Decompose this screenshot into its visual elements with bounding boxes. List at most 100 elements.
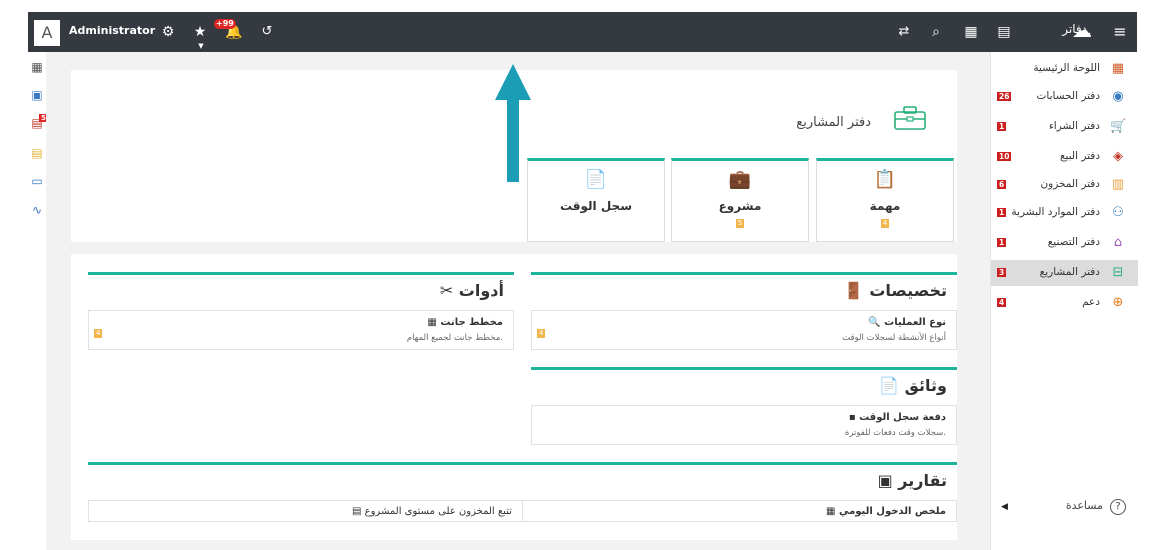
- report-item-stock-tracking[interactable]: ▤ تتبع المخزون على مستوى المشروع: [88, 500, 523, 522]
- card-timesheet[interactable]: 📄 سجل الوقت: [527, 158, 665, 242]
- grid-icon[interactable]: ▦: [30, 60, 44, 74]
- task-icon: 📋: [873, 169, 897, 190]
- sidebar-badge: 6: [997, 180, 1007, 189]
- avatar[interactable]: A: [34, 20, 60, 46]
- allocations-title: 🚪 تخصيصات: [844, 281, 947, 300]
- sidebar-item-hr[interactable]: ⚇ دفتر الموارد البشرية 1: [991, 200, 1138, 226]
- sidebar-badge: 10: [997, 152, 1012, 161]
- sidebar-item-manufacturing[interactable]: ⌂ دفتر التصنيع 1: [991, 230, 1138, 256]
- sidebar-item-label: دفتر المشاريع: [1039, 266, 1100, 278]
- activity-type-link[interactable]: 🔍 نوع العمليات: [868, 317, 946, 328]
- warehouse-icon: ▥: [1111, 177, 1125, 192]
- sidebar-item-buying[interactable]: 🛒 دفتر الشراء 1: [991, 114, 1138, 140]
- people-icon: ⚇: [1112, 205, 1124, 220]
- card-task-label: مهمة: [869, 199, 901, 213]
- gear-icon[interactable]: ⚙: [158, 22, 178, 42]
- sidebar-badge: 4: [997, 298, 1007, 307]
- search-icon[interactable]: ⌕: [926, 22, 946, 42]
- sidebar-item-projects[interactable]: ⊟ دفتر المشاريع 3: [991, 260, 1138, 286]
- stock-tracking-link[interactable]: ▤ تتبع المخزون على مستوى المشروع: [352, 506, 512, 517]
- tools-item[interactable]: ▦ مخطط جانت مخطط جانت لجميع المهام. 4: [88, 310, 514, 350]
- timesheet-batch-link[interactable]: ▪ دفعة سجل الوقت: [849, 412, 946, 423]
- door-icon: 🚪: [843, 281, 864, 300]
- username[interactable]: Administrator: [69, 24, 155, 37]
- sidebar-item-stock[interactable]: ▥ دفتر المخزون 6: [991, 172, 1138, 198]
- note-icon[interactable]: ▤: [30, 146, 44, 160]
- lifebuoy-icon: ⊕: [1112, 295, 1124, 310]
- sync-icon[interactable]: ⇄: [894, 22, 914, 42]
- sidebar-badge: 1: [997, 122, 1007, 131]
- timesheet-batch-desc: سجلات وقت دفعات للفوترة.: [844, 428, 946, 438]
- sidebar-item-label: اللوحة الرئيسية: [1033, 62, 1100, 74]
- section-documents: 📄 وثائق: [531, 367, 957, 405]
- sidebar-item-label: دعم: [1082, 296, 1100, 308]
- briefcase-icon: [894, 106, 926, 130]
- card-timesheet-label: سجل الوقت: [559, 199, 633, 213]
- gantt-chart-badge: 4: [94, 329, 103, 338]
- activity-icon[interactable]: ∿: [30, 203, 44, 217]
- card-project-label: مشروع: [718, 199, 762, 213]
- sidebar-badge: 1: [997, 238, 1007, 247]
- sidebar-badge: 3: [997, 268, 1007, 277]
- gantt-chart-label: مخطط جانت: [440, 317, 503, 328]
- help-link[interactable]: مساعدة ?: [1066, 499, 1126, 515]
- page-title: دفتر المشاريع: [796, 115, 871, 130]
- question-icon: ?: [1110, 499, 1126, 515]
- top-bar: A Administrator ⚙ ★ ▼ 🔔 +99 ↺ ⇄ ⌕ ▦ ▤ دف…: [28, 12, 1137, 52]
- sidebar-item-label: دفتر البيع: [1059, 150, 1100, 162]
- factory-icon: ⌂: [1113, 235, 1123, 250]
- collapse-arrow-icon[interactable]: ◀: [1001, 502, 1008, 512]
- section-allocations: 🚪 تخصيصات: [531, 272, 957, 310]
- stock-tracking-label: تتبع المخزون على مستوى المشروع: [364, 506, 512, 517]
- report-item-daily-summary[interactable]: ▦ ملخص الدخول اليومي: [522, 500, 957, 522]
- sidebar: ▦ اللوحة الرئيسية ◉ دفتر الحسابات 26 🛒 د…: [990, 52, 1138, 550]
- card-project-badge: 5: [735, 219, 745, 228]
- tools-title-text: أدوات: [458, 281, 504, 300]
- sidebar-item-accounts[interactable]: ◉ دفتر الحسابات 26: [991, 84, 1138, 110]
- help-label: مساعدة: [1065, 499, 1103, 512]
- reports-title-text: تقارير: [898, 471, 947, 490]
- timesheet-batch-label: دفعة سجل الوقت: [859, 412, 946, 423]
- sidebar-item-support[interactable]: ⊕ دعم 4: [991, 290, 1138, 316]
- sidebar-item-label: دفتر المخزون: [1040, 178, 1100, 190]
- menu-icon[interactable]: ≡: [1110, 22, 1130, 42]
- sidebar-item-dashboard[interactable]: ▦ اللوحة الرئيسية: [991, 56, 1138, 82]
- document-icon[interactable]: ▤: [994, 22, 1014, 42]
- briefcase-icon: ⊟: [1112, 265, 1124, 280]
- reports-title: ▣ تقارير: [878, 471, 947, 490]
- card-task-badge: 4: [880, 219, 890, 228]
- message-icon[interactable]: ▭: [30, 174, 44, 188]
- timesheet-icon: 📄: [584, 169, 608, 190]
- notifications-badge: +99: [214, 19, 236, 29]
- documents-title-text: وثائق: [904, 376, 947, 395]
- workspace-body-panel: 🚪 تخصيصات 🔍 نوع العمليات أنواع الأنشطة ل…: [71, 254, 957, 540]
- daily-summary-link[interactable]: ▦ ملخص الدخول اليومي: [826, 506, 946, 517]
- pointer-arrow: [495, 64, 531, 182]
- sidebar-badge: 26: [997, 92, 1012, 101]
- documents-item[interactable]: ▪ دفعة سجل الوقت سجلات وقت دفعات للفوترة…: [531, 405, 957, 445]
- calendar-icon[interactable]: ▣: [30, 88, 44, 102]
- daily-summary-label: ملخص الدخول اليومي: [838, 506, 946, 517]
- section-tools: ✂ أدوات: [88, 272, 514, 310]
- tools-icon: ✂: [439, 281, 454, 300]
- dashboard-icon: ▦: [1111, 61, 1125, 76]
- activity-type-desc: أنواع الأنشطة لسجلات الوقت: [842, 333, 946, 343]
- activity-type-badge: 4: [537, 329, 546, 338]
- report-icon: ▣: [877, 471, 893, 490]
- sidebar-item-label: دفتر الحسابات: [1036, 90, 1100, 102]
- section-reports: ▣ تقارير: [88, 462, 957, 500]
- sidebar-badge: 1: [997, 208, 1007, 217]
- cart-icon: 🛒: [1110, 119, 1127, 134]
- project-briefcase-icon: 💼: [728, 169, 752, 190]
- gantt-chart-link[interactable]: ▦ مخطط جانت: [427, 317, 503, 328]
- sidebar-item-selling[interactable]: ◈ دفتر البيع 10: [991, 144, 1138, 170]
- cloud-logo-icon[interactable]: ☁: [1072, 18, 1092, 42]
- card-project[interactable]: 💼 مشروع 5: [671, 158, 809, 242]
- card-task[interactable]: 📋 مهمة 4: [816, 158, 954, 242]
- document-home-icon: 📄: [879, 376, 900, 395]
- allocations-item[interactable]: 🔍 نوع العمليات أنواع الأنشطة لسجلات الوق…: [531, 310, 957, 350]
- documents-title: 📄 وثائق: [879, 376, 947, 395]
- history-icon[interactable]: ↺: [257, 22, 277, 42]
- chart-icon[interactable]: ▦: [961, 22, 981, 42]
- coins-icon: ◉: [1112, 89, 1124, 104]
